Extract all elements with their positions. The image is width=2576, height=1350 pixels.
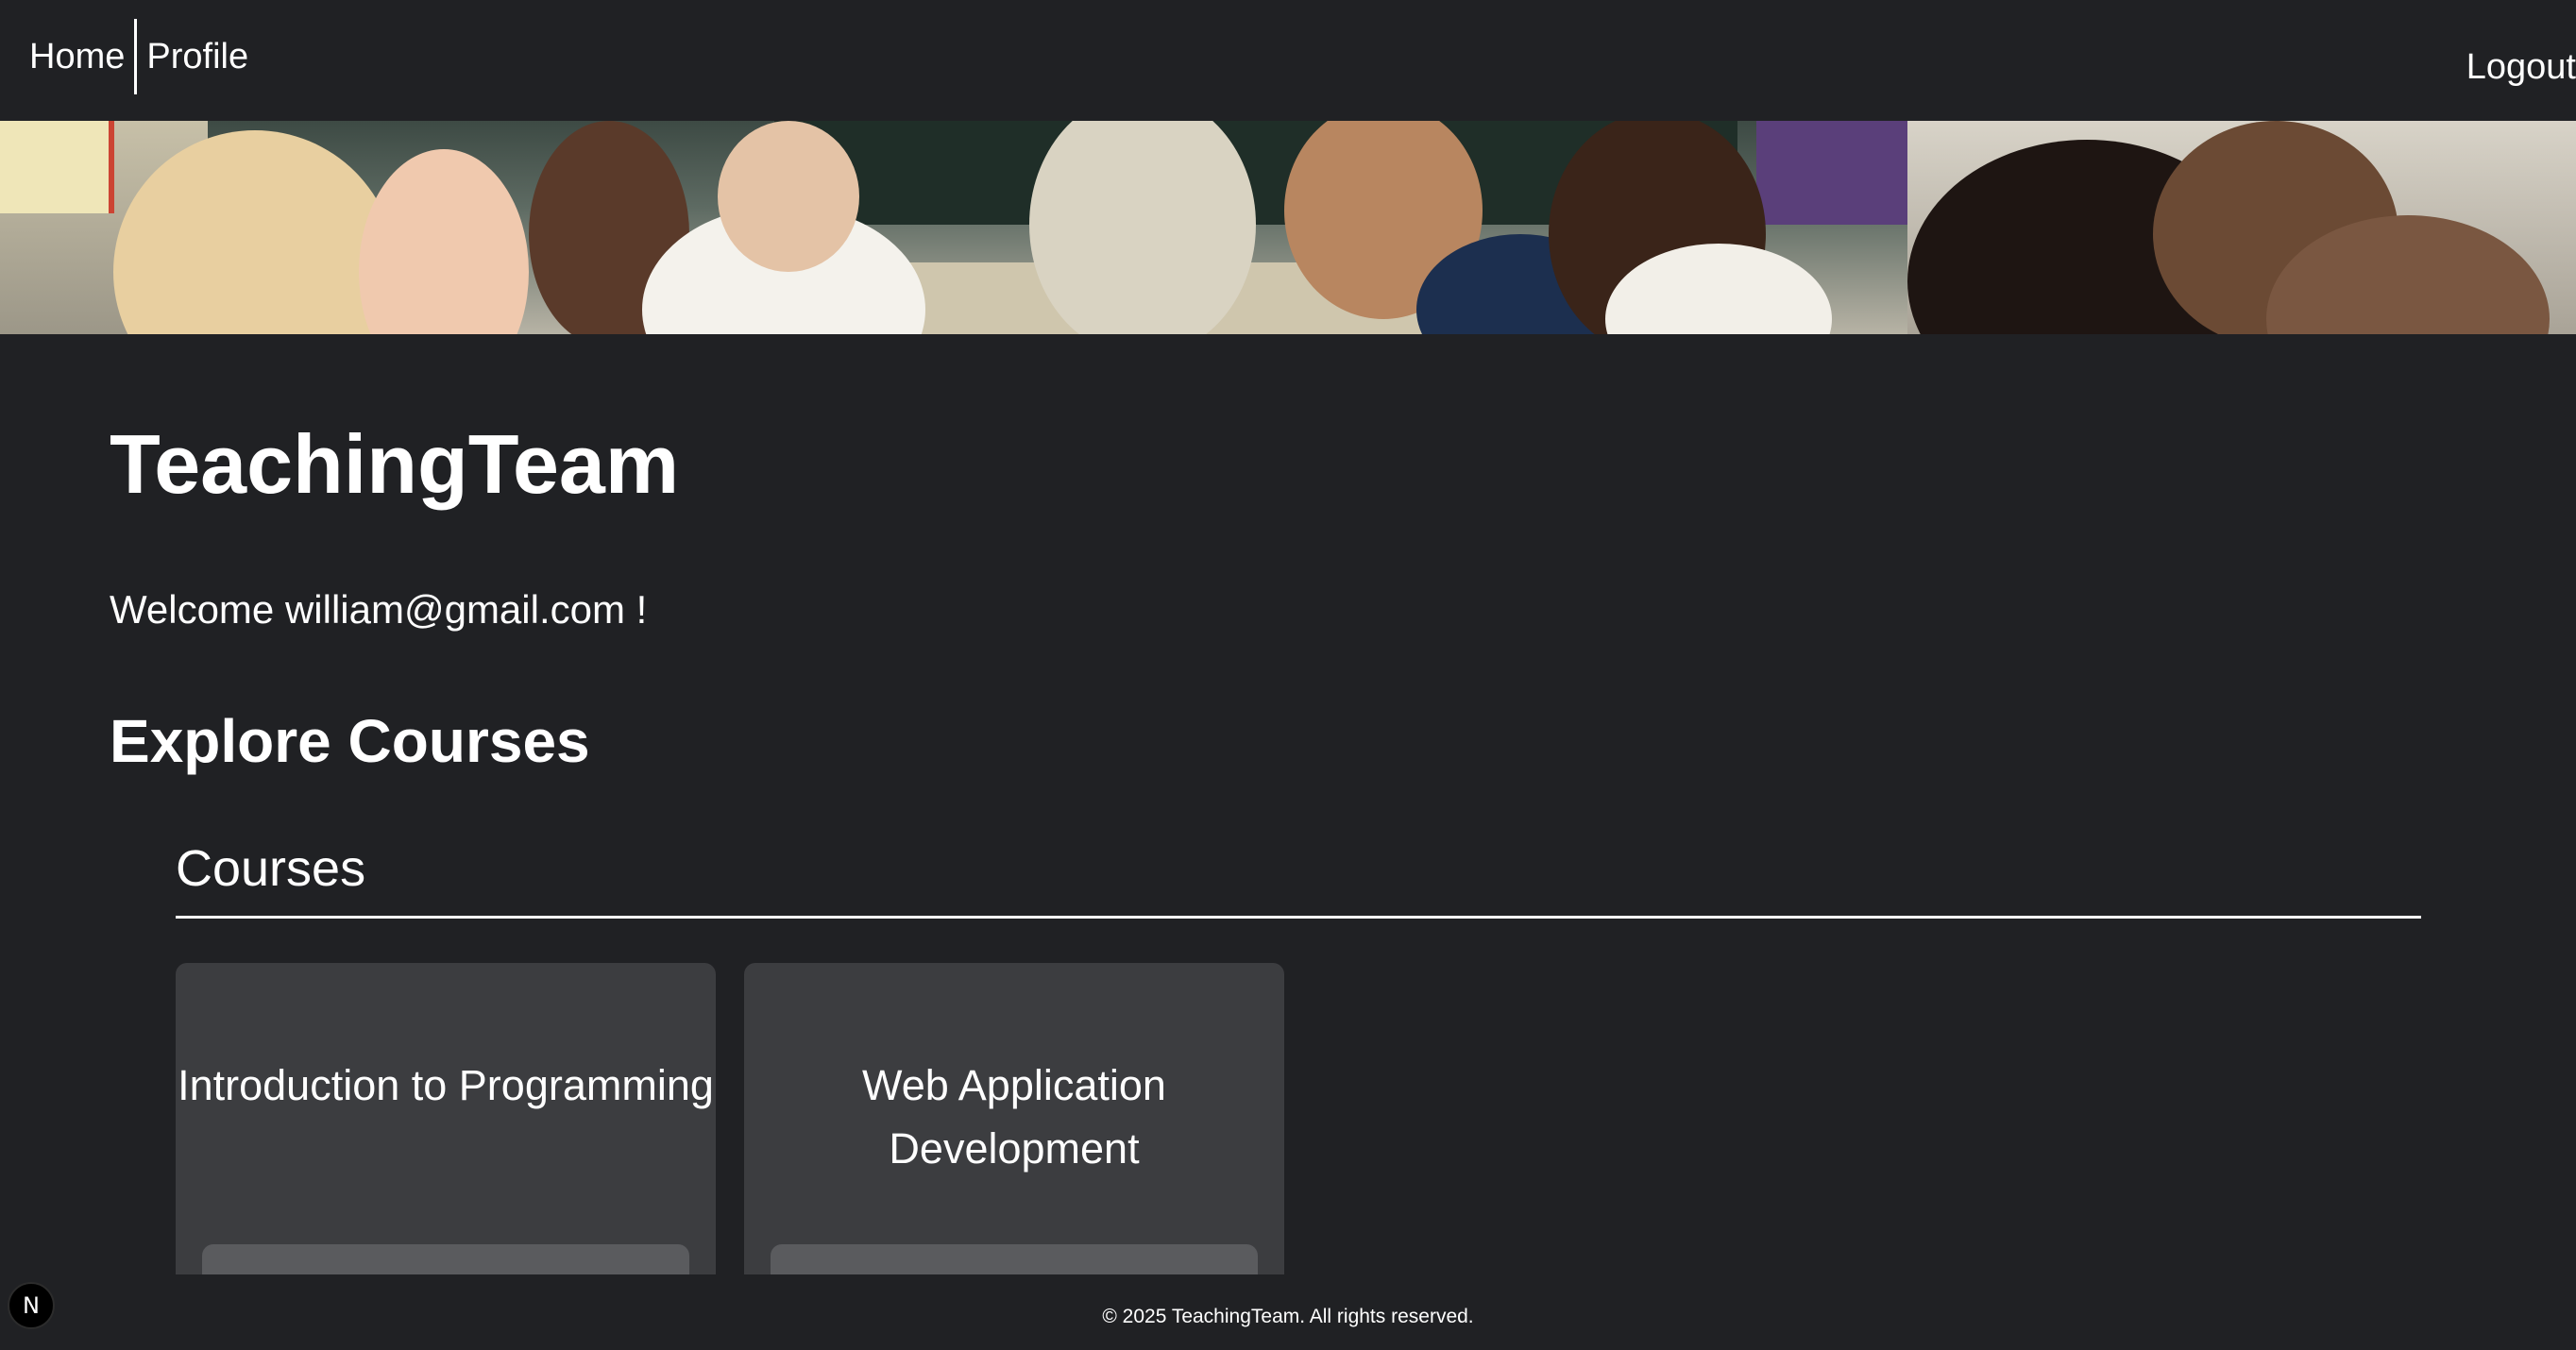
nav-home-link[interactable]: Home (29, 19, 125, 94)
nav-links: Home Profile (29, 19, 248, 94)
footer-copyright: © 2025 TeachingTeam. All rights reserved… (1102, 1306, 1474, 1327)
courses-divider (176, 916, 2421, 919)
welcome-message: Welcome william@gmail.com ! (110, 587, 648, 632)
logout-link[interactable]: Logout (2466, 43, 2576, 91)
nav-divider (134, 19, 138, 94)
course-card-footer[interactable] (771, 1244, 1258, 1274)
course-card-title: Introduction to Programming (178, 1061, 714, 1109)
nav-profile-link[interactable]: Profile (146, 19, 248, 94)
course-card-title: Web Application Development (862, 1061, 1166, 1173)
page: Home Profile Logout TeachingTeam Welcome… (0, 0, 2576, 1350)
page-title: TeachingTeam (110, 417, 680, 511)
course-card[interactable]: Introduction to Programming (176, 963, 716, 1274)
explore-courses-heading: Explore Courses (110, 707, 590, 775)
nextjs-dev-indicator-icon[interactable]: N (8, 1282, 55, 1329)
course-card[interactable]: Web Application Development (744, 963, 1284, 1274)
hero-banner-image (0, 121, 2576, 334)
courses-heading: Courses (176, 840, 366, 897)
navbar: Home Profile Logout (0, 0, 2576, 121)
course-card-footer[interactable] (202, 1244, 689, 1274)
